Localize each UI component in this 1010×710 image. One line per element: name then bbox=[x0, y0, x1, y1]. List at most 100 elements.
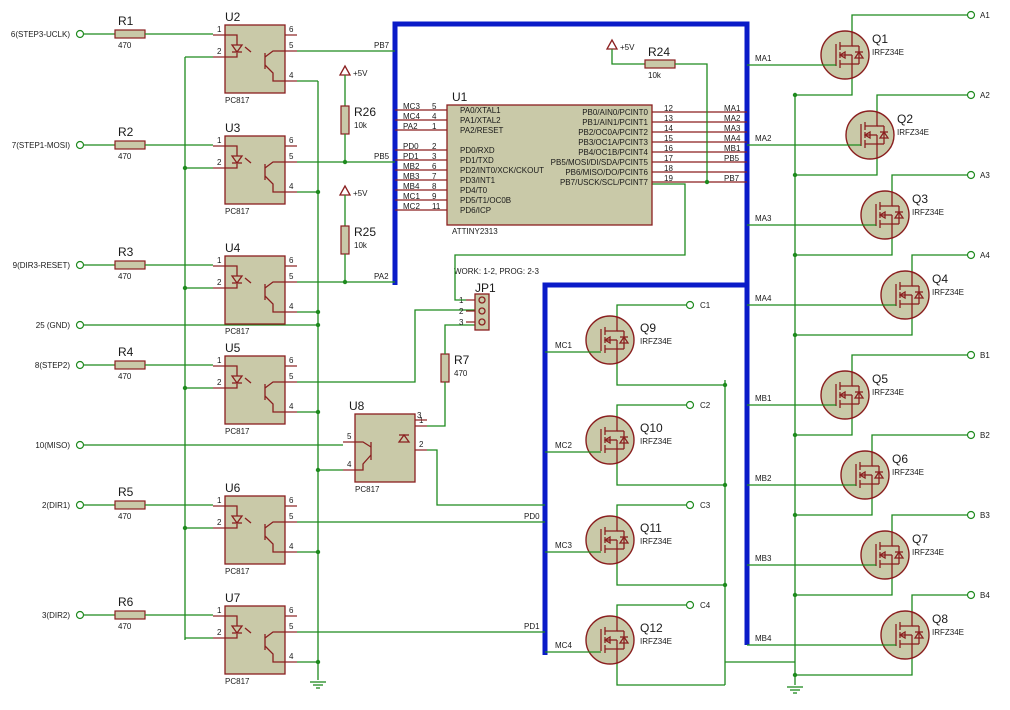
input-label: 6(STEP3-UCLK) bbox=[11, 30, 70, 39]
pin-number: 4 bbox=[347, 460, 352, 469]
resistor-body bbox=[114, 260, 146, 270]
mosfet-part: IRFZ34E bbox=[640, 337, 672, 346]
resistor-body bbox=[440, 353, 450, 383]
net-label: MA3 bbox=[724, 124, 741, 133]
pin-number: 16 bbox=[664, 144, 673, 153]
pin-number: 14 bbox=[664, 124, 673, 133]
opto-part: PC817 bbox=[355, 485, 380, 494]
junction-dot bbox=[315, 189, 321, 195]
opto-ref: U3 bbox=[225, 121, 241, 135]
pin-number: 9 bbox=[432, 192, 437, 201]
junction-dot bbox=[315, 659, 321, 665]
pin-number: 15 bbox=[664, 134, 673, 143]
opto-ref: U2 bbox=[225, 10, 241, 24]
mosfet bbox=[585, 315, 635, 365]
net-label: MA4 bbox=[724, 134, 741, 143]
mosfet-part: IRFZ34E bbox=[912, 208, 944, 217]
input-label: 2(DIR1) bbox=[42, 501, 70, 510]
opto-part: PC817 bbox=[225, 677, 250, 686]
pin-number: 2 bbox=[459, 307, 464, 316]
mosfet bbox=[585, 615, 635, 665]
net-label: MB1 bbox=[724, 144, 741, 153]
pin-number: 5 bbox=[289, 152, 294, 161]
jumper-note: WORK: 1-2, PROG: 2-3 bbox=[454, 267, 539, 276]
drain-wire bbox=[911, 254, 968, 271]
junction-dot bbox=[722, 382, 728, 388]
pin-number: 6 bbox=[289, 256, 294, 265]
mosfet-part: IRFZ34E bbox=[640, 537, 672, 546]
pullup-wire bbox=[611, 59, 645, 65]
pin-number: 5 bbox=[289, 41, 294, 50]
mcu-pin-name: PD5/T1/OC0B bbox=[460, 196, 511, 205]
net-label: MB3 bbox=[755, 554, 772, 563]
mosfet-ref: Q3 bbox=[912, 192, 928, 206]
mosfet-ref: Q12 bbox=[640, 621, 663, 635]
terminal bbox=[966, 510, 976, 520]
net-label: PD0 bbox=[403, 142, 419, 151]
net-label: MC1 bbox=[403, 192, 420, 201]
source-wire bbox=[616, 664, 725, 686]
resistor-body bbox=[114, 500, 146, 510]
terminal bbox=[685, 500, 695, 510]
mosfet-ref: Q10 bbox=[640, 421, 663, 435]
output-label: B2 bbox=[980, 431, 990, 440]
mosfet bbox=[820, 370, 870, 420]
mosfet-ref: Q7 bbox=[912, 532, 928, 546]
pin-number: 6 bbox=[289, 356, 294, 365]
opto-part: PC817 bbox=[225, 96, 250, 105]
resistor-value: 10k bbox=[354, 121, 368, 130]
vcc-symbol bbox=[605, 38, 619, 50]
resistor-value: 470 bbox=[118, 372, 132, 381]
pin-number: 1 bbox=[432, 122, 437, 131]
terminal bbox=[75, 360, 85, 370]
drain-wire bbox=[616, 504, 690, 516]
terminal bbox=[966, 250, 976, 260]
drain-wire bbox=[911, 594, 968, 611]
pin-number: 6 bbox=[289, 496, 294, 505]
net-label: MA2 bbox=[724, 114, 741, 123]
net-label: MC4 bbox=[555, 641, 572, 650]
drain-wire bbox=[616, 304, 690, 316]
pin-number: 6 bbox=[289, 25, 294, 34]
pin-number: 2 bbox=[419, 440, 424, 449]
terminal bbox=[75, 440, 85, 450]
source-wire bbox=[795, 79, 853, 96]
pin-number: 1 bbox=[217, 136, 222, 145]
mcu-pin-name: PB4/OC1B/PCINT4 bbox=[578, 148, 648, 157]
arrow-up-icon bbox=[338, 184, 352, 196]
mosfet-part: IRFZ34E bbox=[892, 468, 924, 477]
resistor-value: 470 bbox=[118, 41, 132, 50]
pin-number: 17 bbox=[664, 154, 673, 163]
resistor-value: 470 bbox=[118, 622, 132, 631]
arrow-up-icon bbox=[605, 38, 619, 50]
terminal bbox=[685, 300, 695, 310]
pin-number: 5 bbox=[289, 622, 294, 631]
pin-number: 19 bbox=[664, 174, 673, 183]
mcu-pin-name: PD4/T0 bbox=[460, 186, 488, 195]
resistor-value: 470 bbox=[118, 152, 132, 161]
opto-ref: U6 bbox=[225, 481, 241, 495]
net-label: MC3 bbox=[555, 541, 572, 550]
net-label: MB4 bbox=[403, 182, 420, 191]
net-label: PD1 bbox=[524, 622, 540, 631]
vcc-symbol bbox=[338, 184, 352, 196]
mosfet bbox=[840, 450, 890, 500]
junction-dot bbox=[182, 165, 188, 171]
mcu-pin-name: PD2/INT0/XCK/CKOUT bbox=[460, 166, 544, 175]
net-label: MC2 bbox=[555, 441, 572, 450]
output-label: A4 bbox=[980, 251, 990, 260]
mosfet-part: IRFZ34E bbox=[640, 437, 672, 446]
drain-wire bbox=[891, 174, 968, 191]
r7-wire bbox=[427, 382, 446, 427]
pin-number: 11 bbox=[432, 202, 441, 211]
arrow-up-icon bbox=[338, 64, 352, 76]
pin-number: 5 bbox=[289, 272, 294, 281]
net-label: MA1 bbox=[724, 104, 741, 113]
pin-number: 1 bbox=[217, 496, 222, 505]
net-label: MA1 bbox=[755, 54, 772, 63]
mosfet-part: IRFZ34E bbox=[932, 288, 964, 297]
mosfet-ref: Q1 bbox=[872, 32, 888, 46]
mosfet-ref: Q6 bbox=[892, 452, 908, 466]
mosfet-part: IRFZ34E bbox=[912, 548, 944, 557]
source-wire bbox=[616, 464, 725, 486]
